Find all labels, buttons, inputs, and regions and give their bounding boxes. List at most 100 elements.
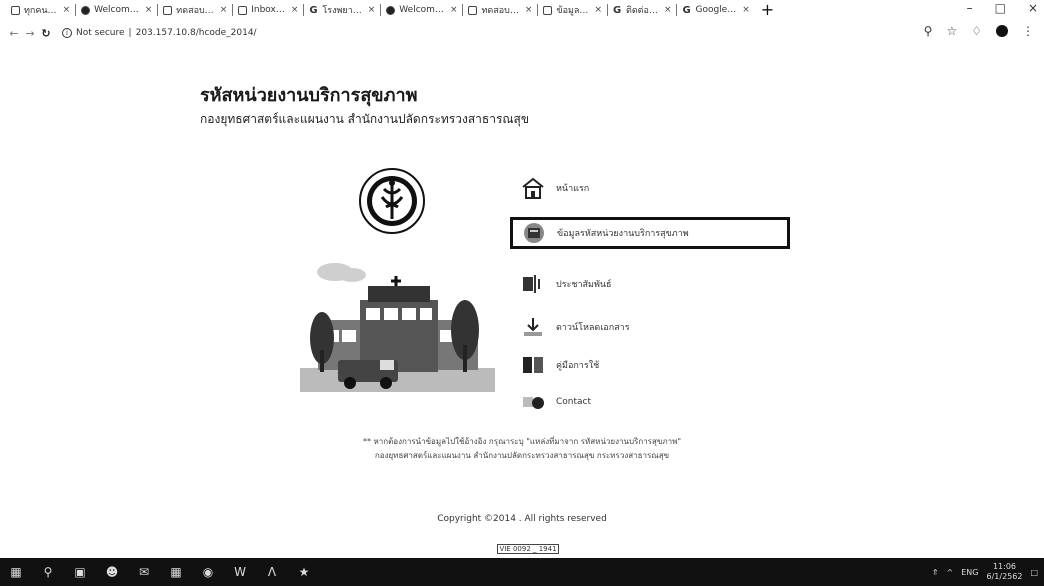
menu-item-news[interactable]: ประชาสัมพันธ์	[510, 268, 790, 300]
tab-label: Welcom…	[94, 5, 139, 15]
tab-label: ข้อมูล…	[556, 6, 589, 16]
back-button[interactable]: ←	[6, 27, 22, 40]
close-window-button[interactable]: ×	[1028, 1, 1038, 15]
security-label: Not secure	[76, 28, 125, 38]
people-icon[interactable]: ☻	[96, 558, 128, 586]
browser-tab[interactable]: ทดสอบ… ×	[158, 0, 232, 20]
chrome-icon[interactable]: ◉	[192, 558, 224, 586]
acrobat-icon[interactable]: Λ	[256, 558, 288, 586]
google-icon: G	[612, 4, 622, 16]
windows-taskbar: ▦ ⚲ ▣ ☻ ✉ ▦ ◉ W Λ ★ ⇑ ^ ENG 11:06 6/1/2562 □	[0, 558, 1044, 586]
maximize-button[interactable]: □	[995, 1, 1006, 15]
close-tab-icon[interactable]: ×	[450, 5, 458, 15]
contact-icon	[520, 390, 546, 414]
url-text: 203.157.10.8/hcode_2014/	[135, 28, 257, 38]
url-field[interactable]: i Not secure | 203.157.10.8/hcode_2014/	[62, 28, 257, 38]
tab-label: ติดต่อ…	[625, 6, 658, 16]
grid-icon	[543, 5, 553, 15]
address-bar: ← → ↻ i Not secure | 203.157.10.8/hcode_…	[0, 20, 1044, 46]
browser-tab[interactable]: Welcom… ×	[76, 0, 157, 20]
download-icon	[520, 315, 546, 339]
browser-tab[interactable]: G Google… ×	[677, 0, 754, 20]
page-subtitle: กองยุทธศาสตร์และแผนงาน สำนักงานปลัดกระทร…	[200, 112, 530, 126]
menu-dots-icon[interactable]: ⋮	[1022, 24, 1034, 38]
extension-icon[interactable]: ♢	[971, 24, 982, 38]
menu-item-label: ประชาสัมพันธ์	[556, 280, 612, 290]
system-tray: ⇑ ^ ENG 11:06 6/1/2562 □	[932, 558, 1038, 586]
browser-tab[interactable]: Welcom… ×	[381, 0, 462, 20]
browser-tab[interactable]: ทุกคน… ×	[6, 0, 75, 20]
menu-item-label: Contact	[556, 397, 592, 407]
close-tab-icon[interactable]: ×	[742, 5, 750, 15]
browser-tab[interactable]: Inbox… ×	[233, 0, 303, 20]
page-icon	[163, 5, 173, 15]
notification-icon[interactable]: □	[1030, 568, 1038, 577]
close-tab-icon[interactable]: ×	[368, 5, 376, 15]
globe-icon	[386, 5, 396, 15]
google-icon: G	[309, 4, 318, 16]
forward-button[interactable]: →	[22, 27, 38, 40]
tab-label: Welcom…	[399, 5, 444, 15]
start-icon[interactable]: ▦	[0, 558, 32, 586]
home-icon	[520, 176, 546, 200]
new-tab-button[interactable]: +	[761, 0, 774, 20]
menu-item-home[interactable]: หน้าแรก	[510, 172, 790, 204]
visitor-counter: VIE 0092 _ 1941	[497, 544, 559, 554]
task-view-icon[interactable]: ▣	[64, 558, 96, 586]
word-icon[interactable]: W	[224, 558, 256, 586]
browser-tab[interactable]: G โรงพยา… ×	[304, 0, 380, 20]
citation-note-line2: กองยุทธศาสตร์และแผนงาน สำนักงานปลัดกระทร…	[374, 451, 670, 460]
browser-tab[interactable]: ข้อมูล… ×	[538, 0, 607, 20]
tab-label: Inbox…	[251, 5, 285, 15]
menu-item-label: ข้อมูลรหัสหน่วยงานบริการสุขภาพ	[557, 229, 689, 239]
browser-tab[interactable]: G ติดต่อ… ×	[608, 0, 677, 20]
bookmark-star-icon[interactable]: ☆	[946, 24, 957, 38]
photos-icon[interactable]: ▦	[160, 558, 192, 586]
system-clock[interactable]: 11:06 6/1/2562	[987, 562, 1023, 582]
google-icon: G	[682, 4, 691, 16]
manual-icon	[520, 353, 546, 377]
hospital-illustration	[300, 263, 495, 392]
chevron-up-icon[interactable]: ^	[947, 568, 954, 577]
close-tab-icon[interactable]: ×	[525, 5, 533, 15]
page-title: รหัสหน่วยงานบริการสุขภาพ	[200, 85, 418, 106]
browser-tab[interactable]: ทดสอบ… ×	[463, 0, 537, 20]
window-controls: – □ ×	[967, 1, 1038, 15]
menu-item-manual[interactable]: คู่มือการใช้	[510, 349, 790, 381]
menu-item-label: ดาวน์โหลดเอกสาร	[556, 323, 630, 333]
close-tab-icon[interactable]: ×	[63, 5, 71, 15]
news-icon	[520, 272, 546, 296]
network-icon[interactable]: ⇑	[932, 568, 939, 577]
profile-avatar[interactable]	[996, 25, 1008, 37]
tab-label: ทดสอบ…	[176, 6, 214, 16]
close-tab-icon[interactable]: ×	[291, 5, 299, 15]
close-tab-icon[interactable]: ×	[220, 5, 228, 15]
copyright-text: Copyright ©2014 . All rights reserved	[437, 514, 607, 524]
zoom-icon[interactable]: ⚲	[924, 24, 933, 38]
menu-item-database[interactable]: ข้อมูลรหัสหน่วยงานบริการสุขภาพ	[510, 217, 790, 249]
menu-item-download[interactable]: ดาวน์โหลดเอกสาร	[510, 311, 790, 343]
page-icon	[468, 5, 478, 15]
menu-item-contact[interactable]: Contact	[510, 386, 790, 418]
tab-label: ทุกคน…	[24, 6, 57, 16]
menu-item-label: คู่มือการใช้	[556, 361, 600, 371]
page-icon	[11, 5, 20, 15]
tab-strip: ทุกคน… × Welcom… × ทดสอบ… × Inbox… × G โรงพยา… × We…	[0, 0, 1044, 20]
search-icon[interactable]: ⚲	[32, 558, 64, 586]
tab-label: Google…	[695, 5, 737, 15]
info-icon[interactable]: i	[62, 28, 72, 38]
close-tab-icon[interactable]: ×	[594, 5, 602, 15]
game-icon[interactable]: ★	[288, 558, 320, 586]
reload-button[interactable]: ↻	[38, 27, 54, 40]
close-tab-icon[interactable]: ×	[664, 5, 672, 15]
mail-icon[interactable]: ✉	[128, 558, 160, 586]
menu-item-label: หน้าแรก	[556, 184, 590, 194]
close-tab-icon[interactable]: ×	[145, 5, 153, 15]
mail-icon	[238, 5, 248, 15]
tab-label: โรงพยา…	[322, 6, 362, 16]
citation-note: ** หากต้องการนำข้อมูลไปใช้อ้างอิง กรุณาร…	[362, 437, 682, 446]
ministry-seal-logo	[359, 168, 425, 234]
database-icon	[521, 221, 547, 245]
input-language[interactable]: ENG	[961, 568, 978, 577]
minimize-button[interactable]: –	[967, 1, 973, 15]
